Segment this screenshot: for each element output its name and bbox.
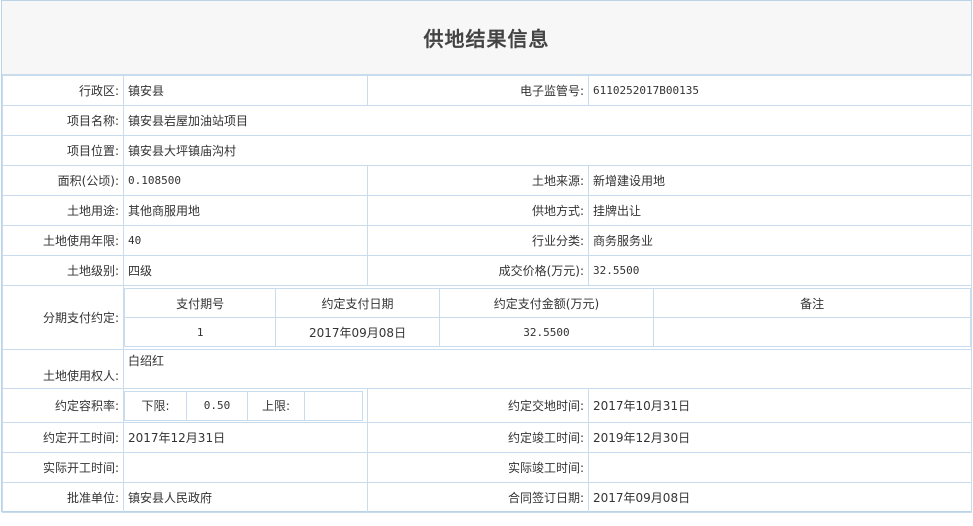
row-area: 面积(公顷): 0.108500 土地来源: 新增建设用地 xyxy=(2,165,972,196)
installment-label: 分期支付约定: xyxy=(2,285,124,350)
row-land-level: 土地级别: 四级 成交价格(万元): 32.5500 xyxy=(2,255,972,286)
row-start-time: 约定开工时间: 2017年12月31日 约定竣工时间: 2019年12月30日 xyxy=(2,422,972,453)
actual-start-label: 实际开工时间: xyxy=(2,452,124,483)
installment-period: 1 xyxy=(123,317,277,347)
actual-complete-label: 实际竣工时间: xyxy=(367,452,589,483)
installment-amount: 32.5500 xyxy=(438,317,655,347)
land-source-value: 新增建设用地 xyxy=(588,165,972,196)
delivery-time-label: 约定交地时间: xyxy=(367,388,589,423)
far-lower-value: 0.50 xyxy=(186,390,248,421)
row-approver: 批准单位: 镇安县人民政府 合同签订日期: 2017年09月08日 xyxy=(2,482,972,513)
supervision-no-label: 电子监管号: xyxy=(367,75,589,106)
page-title: 供地结果信息 xyxy=(423,27,550,51)
delivery-time-value: 2017年10月31日 xyxy=(588,388,972,423)
project-location-value: 镇安县大坪镇庙沟村 xyxy=(123,135,972,166)
installment-header-remark: 备注 xyxy=(653,288,971,318)
land-use-label: 土地用途: xyxy=(2,195,124,226)
industry-label: 行业分类: xyxy=(367,225,589,256)
row-actual-time: 实际开工时间: 实际竣工时间: xyxy=(2,452,972,483)
district-label: 行政区: xyxy=(2,75,124,106)
start-time-value: 2017年12月31日 xyxy=(123,422,368,453)
info-table: 行政区: 镇安县 电子监管号: 6110252017B00135 项目名称: 镇… xyxy=(2,75,972,513)
price-value: 32.5500 xyxy=(588,255,972,286)
far-lower-label: 下限: xyxy=(124,390,187,421)
land-supply-result-panel: 供地结果信息 行政区: 镇安县 电子监管号: 6110252017B00135 … xyxy=(1,0,972,513)
installment-cell: 支付期号 约定支付日期 约定支付金额(万元) 备注 1 2017年09月08日 … xyxy=(123,285,972,350)
supply-method-value: 挂牌出让 xyxy=(588,195,972,226)
supervision-no-value: 6110252017B00135 xyxy=(588,75,972,106)
area-value: 0.108500 xyxy=(123,165,368,196)
far-upper-label: 上限: xyxy=(247,390,305,421)
land-use-value: 其他商服用地 xyxy=(123,195,368,226)
use-years-label: 土地使用年限: xyxy=(2,225,124,256)
contract-date-value: 2017年09月08日 xyxy=(588,482,972,513)
approver-value: 镇安县人民政府 xyxy=(123,482,368,513)
approver-label: 批准单位: xyxy=(2,482,124,513)
use-years-value: 40 xyxy=(123,225,368,256)
title-bar: 供地结果信息 xyxy=(2,1,971,75)
industry-value: 商务服务业 xyxy=(588,225,972,256)
start-time-label: 约定开工时间: xyxy=(2,422,124,453)
row-land-user: 土地使用权人: 白绍红 xyxy=(2,349,972,389)
row-land-use: 土地用途: 其他商服用地 供地方式: 挂牌出让 xyxy=(2,195,972,226)
project-name-label: 项目名称: xyxy=(2,105,124,136)
far-table: 下限: 0.50 上限: xyxy=(124,390,363,421)
far-label: 约定容积率: xyxy=(2,388,124,423)
area-label: 面积(公顷): xyxy=(2,165,124,196)
district-value: 镇安县 xyxy=(123,75,368,106)
installment-header-amount: 约定支付金额(万元) xyxy=(438,288,655,318)
row-far: 约定容积率: 下限: 0.50 上限: 约定交地时间: 2017年10月31日 xyxy=(2,388,972,423)
project-name-value: 镇安县岩屋加油站项目 xyxy=(123,105,972,136)
land-level-value: 四级 xyxy=(123,255,368,286)
row-use-years: 土地使用年限: 40 行业分类: 商务服务业 xyxy=(2,225,972,256)
installment-date: 2017年09月08日 xyxy=(275,317,440,347)
far-cell: 下限: 0.50 上限: xyxy=(123,388,368,423)
project-location-label: 项目位置: xyxy=(2,135,124,166)
installment-header-period: 支付期号 xyxy=(123,288,277,318)
installment-header-date: 约定支付日期 xyxy=(275,288,440,318)
row-project-name: 项目名称: 镇安县岩屋加油站项目 xyxy=(2,105,972,136)
price-label: 成交价格(万元): xyxy=(367,255,589,286)
contract-date-label: 合同签订日期: xyxy=(367,482,589,513)
far-upper-value xyxy=(304,390,363,421)
complete-time-value: 2019年12月30日 xyxy=(588,422,972,453)
row-installment: 分期支付约定: 支付期号 约定支付日期 约定支付金额(万元) 备注 1 2017… xyxy=(2,285,972,350)
row-project-location: 项目位置: 镇安县大坪镇庙沟村 xyxy=(2,135,972,166)
row-district: 行政区: 镇安县 电子监管号: 6110252017B00135 xyxy=(2,75,972,106)
installment-remark xyxy=(653,317,971,347)
installment-row: 1 2017年09月08日 32.5500 xyxy=(123,317,971,347)
actual-start-value xyxy=(123,452,368,483)
supply-method-label: 供地方式: xyxy=(367,195,589,226)
installment-header-row: 支付期号 约定支付日期 约定支付金额(万元) 备注 xyxy=(123,288,971,318)
land-source-label: 土地来源: xyxy=(367,165,589,196)
installment-table: 支付期号 约定支付日期 约定支付金额(万元) 备注 1 2017年09月08日 … xyxy=(123,288,971,347)
land-user-value: 白绍红 xyxy=(123,349,972,389)
complete-time-label: 约定竣工时间: xyxy=(367,422,589,453)
land-user-label: 土地使用权人: xyxy=(2,349,124,389)
actual-complete-value xyxy=(588,452,972,483)
land-level-label: 土地级别: xyxy=(2,255,124,286)
